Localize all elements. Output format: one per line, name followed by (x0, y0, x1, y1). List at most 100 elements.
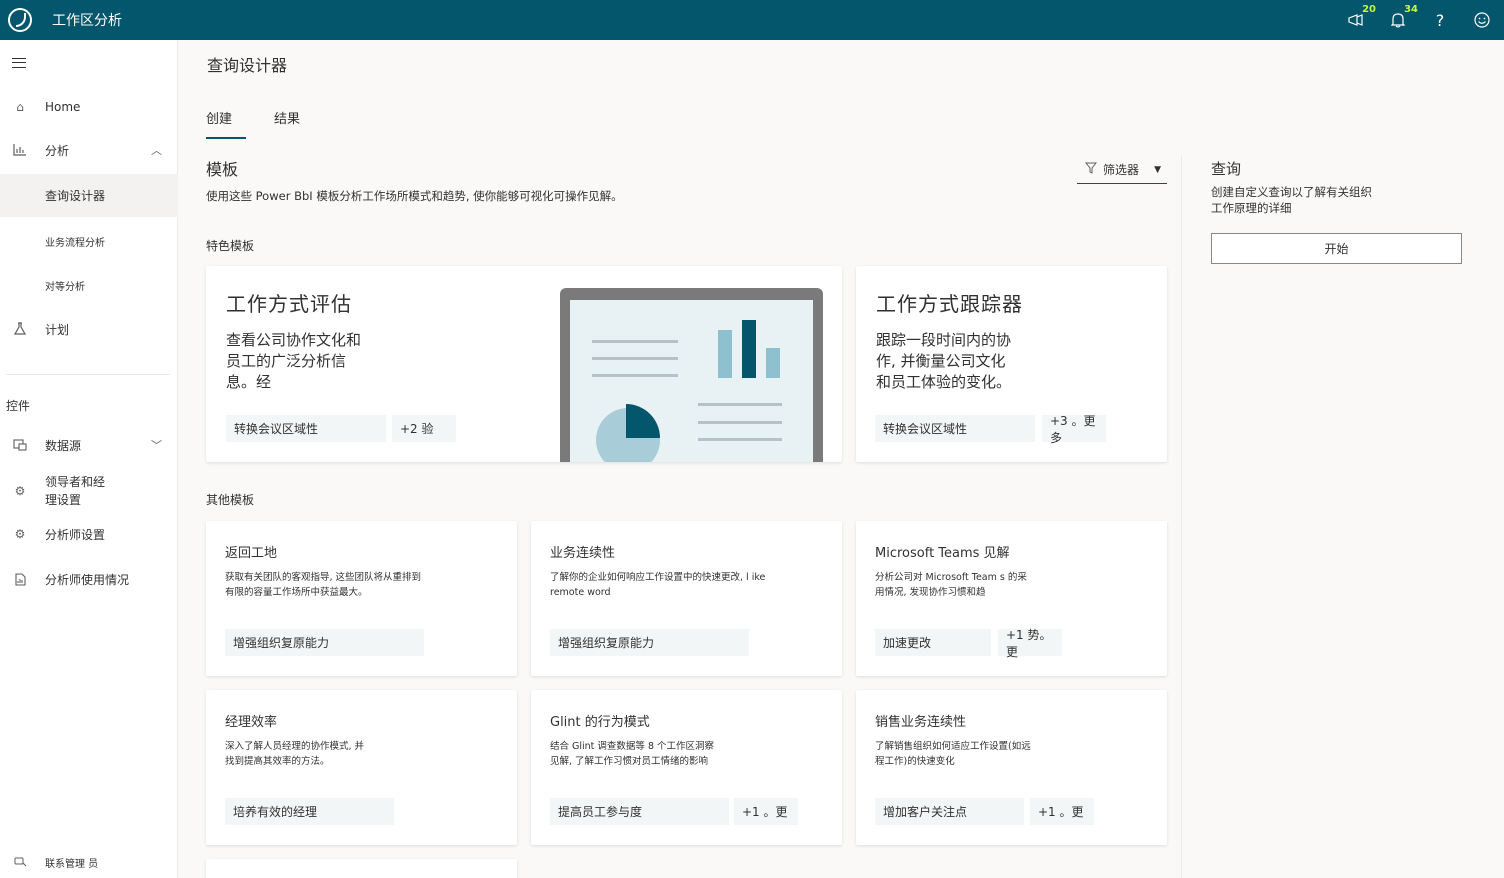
tab-bar: 创建 结果 (206, 108, 300, 139)
illustration-screen (570, 300, 813, 462)
card-more-tag[interactable]: +1 势。更 (998, 628, 1062, 659)
card-more-tag[interactable]: +3 。更多 (1042, 414, 1106, 445)
sidebar-item-label: 数据源 (45, 438, 82, 453)
sidebar-item-label: 查询设计器 (45, 189, 106, 203)
sidebar-item-analyst-settings[interactable]: ⚙ 分析师设置 (0, 522, 178, 546)
gear-icon: ⚙ (14, 484, 26, 498)
featured-templates-label: 特色模板 (206, 239, 255, 253)
card-description: 跟踪一段时间内的协作, 并衡量公司文化和员工体验的变化。 (876, 331, 1012, 391)
chevron-up-icon[interactable]: ︿ (151, 142, 162, 158)
sidebar-item-leader-settings[interactable]: ⚙ 领导者和经 理设置 (0, 472, 178, 510)
card-more-tag[interactable]: +2 验 (392, 415, 456, 442)
card-description: 分析公司对 Microsoft Team s 的采用情况, 发现协作习惯和趋 (875, 572, 1027, 598)
sidebar-item-business-process[interactable]: 业务流程分析 (0, 229, 178, 253)
featured-card-work-tracker[interactable]: 工作方式跟踪器 跟踪一段时间内的协作, 并衡量公司文化和员工体验的变化。 转换会… (856, 266, 1167, 462)
card-tag: 增强组织复原能力 (225, 629, 424, 656)
report-icon (13, 572, 27, 586)
caret-down-icon: ▼ (1154, 164, 1161, 175)
data-source-icon (13, 438, 27, 452)
card-description: 查看公司协作文化和员工的广泛分析信息。经 (226, 331, 362, 391)
sidebar-section-controls: 控件 (6, 399, 31, 413)
sidebar-item-label: 分析 (45, 143, 70, 158)
card-description: 了解你的企业如何响应工作设置中的快速更改, l ike remote word (550, 572, 766, 598)
query-panel-title: 查询 (1211, 160, 1242, 178)
notifications-icon[interactable]: 34 (1388, 4, 1418, 30)
gear-icon: ⚙ (14, 527, 26, 541)
filter-dropdown[interactable]: 筛选器 ▼ (1077, 156, 1167, 184)
megaphone-icon (1348, 14, 1363, 26)
sidebar-item-plans[interactable]: 计划 (0, 317, 178, 341)
tab-create[interactable]: 创建 (206, 108, 247, 139)
hamburger-menu-icon[interactable] (12, 58, 26, 68)
top-actions: 20 34 ? (1346, 0, 1492, 40)
card-title: 销售业务连续性 (875, 715, 967, 730)
app-title: 工作区分析 (52, 13, 122, 29)
card-title: Glint 的行为模式 (550, 715, 650, 730)
other-templates-label: 其他模板 (206, 493, 255, 507)
sidebar-item-label: 计划 (45, 322, 70, 337)
sidebar-item-contact-admin[interactable]: 联系管理 员 (0, 852, 178, 872)
page-title: 查询设计器 (207, 56, 288, 75)
template-card-teams-insights[interactable]: Microsoft Teams 见解 分析公司对 Microsoft Team … (856, 521, 1167, 676)
top-bar: 工作区分析 20 34 ? (0, 0, 1504, 40)
card-tag: 转换会议区域性 (226, 415, 386, 442)
card-description: 深入了解人员经理的协作模式, 并找到提高其效率的方法。 (225, 741, 365, 767)
card-title: 返回工地 (225, 546, 278, 561)
tab-results[interactable]: 结果 (274, 108, 300, 139)
template-card-business-continuity[interactable]: 业务连续性 了解你的企业如何响应工作设置中的快速更改, l ike remote… (531, 521, 842, 676)
contact-admin-icon (13, 855, 27, 869)
card-title: 经理效率 (225, 715, 278, 730)
chevron-down-icon[interactable]: ﹀ (151, 437, 162, 453)
card-more-tag[interactable]: +1 。更 (1030, 798, 1094, 825)
sidebar-item-analysis[interactable]: 分析 ︿ (0, 138, 178, 162)
help-icon[interactable]: ? (1430, 10, 1450, 30)
card-title: Microsoft Teams 见解 (875, 546, 1010, 561)
sidebar-item-label: 对等分析 (45, 281, 85, 293)
card-tag: 增强组织复原能力 (550, 629, 749, 656)
announcements-icon[interactable]: 20 (1346, 4, 1376, 30)
card-tag: 培养有效的经理 (225, 798, 394, 825)
panel-divider (1181, 155, 1182, 878)
sidebar-item-label: 领导者和经 理设置 (45, 475, 106, 507)
sidebar-item-label: Home (45, 100, 81, 114)
featured-card-work-assessment[interactable]: 工作方式评估 查看公司协作文化和员工的广泛分析信息。经 转换会议区域性 +2 验 (206, 266, 842, 462)
sidebar-item-label: 联系管理 员 (45, 858, 99, 870)
template-card-glint-patterns[interactable]: Glint 的行为模式 结合 Glint 调查数据等 8 个工作区洞察见解, 了… (531, 690, 842, 845)
feedback-smiley-icon[interactable] (1472, 10, 1492, 30)
template-card-manager-effectiveness[interactable]: 经理效率 深入了解人员经理的协作模式, 并找到提高其效率的方法。 培养有效的经理 (206, 690, 517, 845)
notifications-badge: 34 (1404, 4, 1418, 15)
card-tag: 增加客户关注点 (875, 798, 1024, 825)
card-description: 获取有关团队的客观指导, 这些团队将从重排到有限的容量工作场所中获益最大。 (225, 572, 422, 598)
app-logo-icon[interactable] (8, 8, 32, 32)
chart-icon (13, 143, 27, 157)
template-card-sales-continuity[interactable]: 销售业务连续性 了解销售组织如何适应工作设置(如远程工作)的快速变化 增加客户关… (856, 690, 1167, 845)
templates-heading: 模板 (206, 160, 239, 179)
flask-icon (13, 322, 27, 336)
filter-label: 筛选器 (1103, 163, 1140, 177)
card-tag: 加速更改 (875, 629, 991, 656)
card-description: 结合 Glint 调查数据等 8 个工作区洞察见解, 了解工作习惯对员工情绪的影… (550, 741, 715, 767)
sidebar-item-home[interactable]: ⌂ Home (0, 95, 178, 119)
template-card-return-to-workplace[interactable]: 返回工地 获取有关团队的客观指导, 这些团队将从重排到有限的容量工作场所中获益最… (206, 521, 517, 676)
card-more-tag[interactable]: +1 。更 (734, 798, 798, 825)
sidebar-item-analyst-usage[interactable]: 分析师使用情况 (0, 567, 178, 591)
sidebar-item-label: 业务流程分析 (45, 237, 105, 249)
card-tag: 提高员工参与度 (550, 798, 729, 825)
query-panel-description: 创建自定义查询以了解有关组织工作原理的详细 (1211, 185, 1372, 215)
sidebar-item-query-designer[interactable]: 查询设计器 (0, 174, 178, 217)
templates-description: 使用这些 Power BbI 模板分析工作场所模式和趋势, 使你能够可视化可操作… (206, 189, 623, 203)
start-query-button[interactable]: 开始 (1211, 233, 1462, 264)
sidebar-item-peer-analysis[interactable]: 对等分析 (0, 273, 178, 297)
sidebar-item-label: 分析师使用情况 (45, 572, 130, 587)
template-card-partial[interactable] (206, 859, 517, 878)
card-title: 业务连续性 (550, 546, 616, 561)
sidebar-item-data-sources[interactable]: 数据源 ﹀ (0, 433, 178, 457)
filter-icon (1084, 162, 1098, 177)
sidebar-divider (6, 374, 170, 375)
card-title: 工作方式跟踪器 (876, 292, 1023, 316)
card-description: 了解销售组织如何适应工作设置(如远程工作)的快速变化 (875, 741, 1031, 767)
sidebar: ⌂ Home 分析 ︿ 查询设计器 业务流程分析 对等分析 计划 控件 数据源 … (0, 40, 178, 878)
home-icon: ⌂ (16, 100, 24, 114)
bell-icon (1391, 12, 1405, 28)
smiley-icon (1474, 12, 1490, 28)
